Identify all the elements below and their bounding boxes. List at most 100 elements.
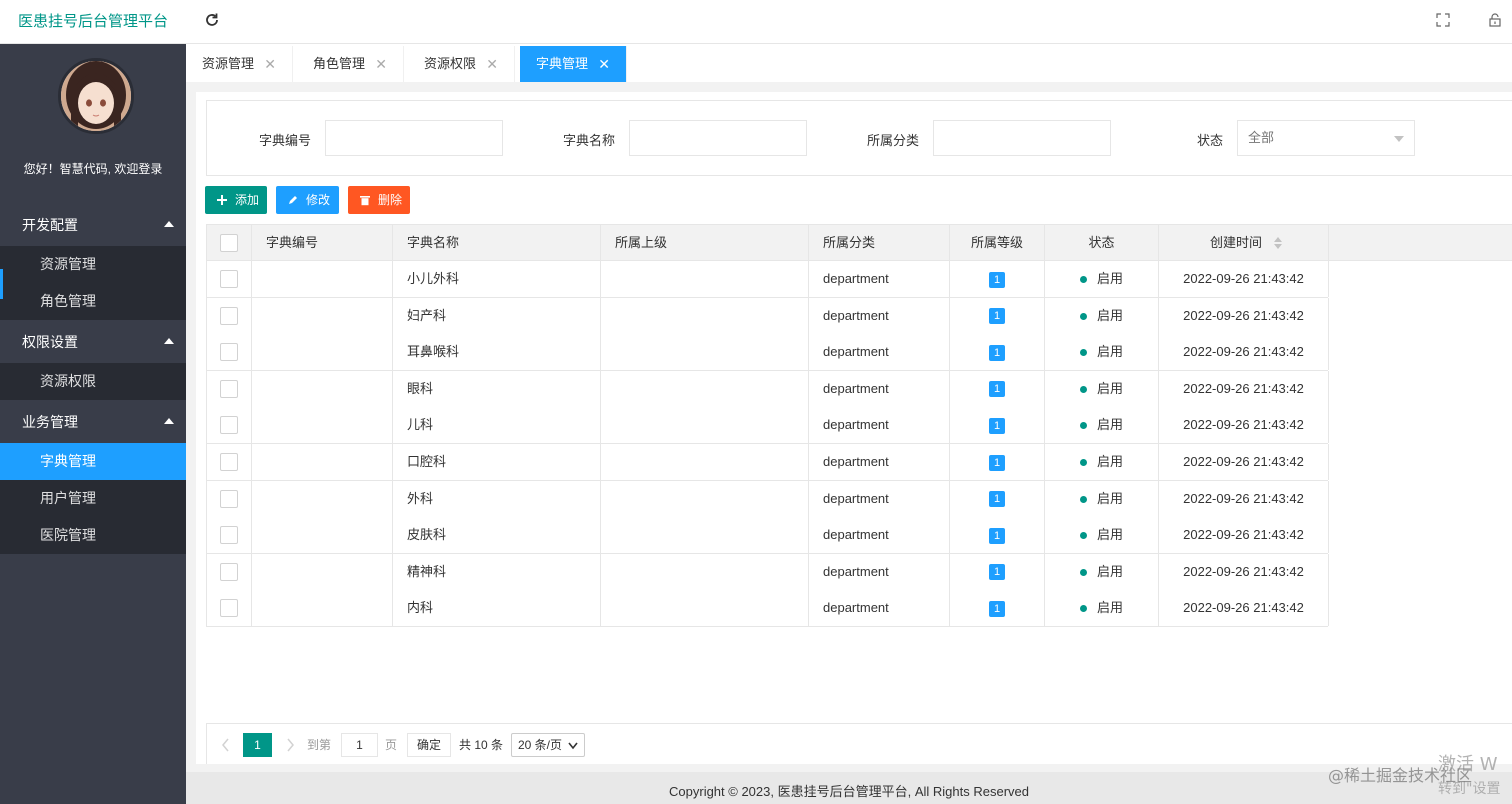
page-unit-label: 页 bbox=[385, 738, 398, 752]
table-row[interactable]: 儿科 department 1 启用 2022-09-26 21:43:42 bbox=[206, 407, 1329, 445]
row-checkbox[interactable] bbox=[220, 489, 238, 508]
table-row[interactable]: 皮肤科 department 1 启用 2022-09-26 21:43:42 bbox=[206, 517, 1329, 555]
row-checkbox[interactable] bbox=[220, 416, 238, 435]
caret-up-icon bbox=[164, 338, 174, 344]
close-icon[interactable]: ✕ bbox=[486, 46, 498, 82]
sidebar-item-user-management[interactable]: 用户管理 bbox=[0, 480, 186, 517]
goto-label: 到第 bbox=[307, 738, 332, 752]
table-row[interactable]: 耳鼻喉科 department 1 启用 2022-09-26 21:43:42 bbox=[206, 334, 1329, 372]
sidebar-group-permission-settings[interactable]: 权限设置 bbox=[0, 321, 186, 363]
status-dot-icon bbox=[1079, 385, 1087, 393]
row-checkbox-cell bbox=[207, 590, 252, 627]
table-row[interactable]: 精神科 department 1 启用 2022-09-26 21:43:42 bbox=[206, 553, 1329, 591]
tab-dictionary-management[interactable]: 字典管理 ✕ bbox=[520, 46, 627, 82]
close-icon[interactable]: ✕ bbox=[375, 46, 387, 82]
chevron-right-icon[interactable] bbox=[285, 738, 295, 752]
cell-code bbox=[252, 334, 393, 371]
table-row[interactable]: 妇产科 department 1 启用 2022-09-26 21:43:42 bbox=[206, 297, 1329, 335]
table-row[interactable]: 眼科 department 1 启用 2022-09-26 21:43:42 bbox=[206, 370, 1329, 408]
row-checkbox[interactable] bbox=[220, 270, 238, 288]
goto-confirm-button[interactable]: 确定 bbox=[407, 733, 451, 757]
cell-name: 儿科 bbox=[393, 407, 601, 444]
status-dot-icon bbox=[1079, 568, 1087, 576]
tab-role-management[interactable]: 角色管理 ✕ bbox=[297, 46, 404, 82]
cell-category: department bbox=[809, 334, 950, 371]
sidebar-group-business-management[interactable]: 业务管理 bbox=[0, 401, 186, 443]
cell-parent bbox=[601, 370, 809, 407]
cell-created: 2022-09-26 21:43:42 bbox=[1159, 480, 1329, 517]
goto-page-input[interactable]: 1 bbox=[341, 733, 378, 757]
tab-resource-permission[interactable]: 资源权限 ✕ bbox=[408, 46, 515, 82]
cell-category: department bbox=[809, 553, 950, 590]
page-size-select[interactable]: 20 条/页 bbox=[511, 733, 585, 757]
status-dot-icon bbox=[1079, 532, 1087, 540]
cell-code bbox=[252, 370, 393, 407]
chevron-down-icon bbox=[568, 742, 578, 750]
level-badge: 1 bbox=[989, 527, 1005, 544]
name-input[interactable] bbox=[629, 120, 807, 156]
main-panel: 字典编号 字典名称 所属分类 状态 全部 添加 修改 删除 字典编号 字典名称 … bbox=[196, 92, 1512, 764]
delete-button[interactable]: 删除 bbox=[348, 186, 410, 214]
level-badge: 1 bbox=[989, 564, 1005, 581]
level-badge: 1 bbox=[989, 454, 1005, 471]
cell-level: 1 bbox=[950, 297, 1045, 334]
edit-button[interactable]: 修改 bbox=[276, 186, 339, 214]
code-input[interactable] bbox=[325, 120, 503, 156]
page-size-value: 20 条/页 bbox=[518, 738, 563, 752]
row-checkbox[interactable] bbox=[220, 526, 238, 545]
table-row[interactable]: 口腔科 department 1 启用 2022-09-26 21:43:42 bbox=[206, 444, 1329, 481]
lock-icon[interactable] bbox=[1488, 13, 1502, 27]
cell-category: department bbox=[809, 444, 950, 480]
row-checkbox-cell bbox=[207, 480, 252, 517]
cell-code bbox=[252, 261, 393, 297]
category-input[interactable] bbox=[933, 120, 1111, 156]
table-row[interactable]: 外科 department 1 启用 2022-09-26 21:43:42 bbox=[206, 480, 1329, 518]
sidebar-item-hospital-management[interactable]: 医院管理 bbox=[0, 517, 186, 554]
sidebar-item-dictionary-management[interactable]: 字典管理 bbox=[0, 443, 186, 480]
add-button-label: 添加 bbox=[235, 193, 260, 207]
row-checkbox[interactable] bbox=[220, 343, 238, 362]
cell-status: 启用 bbox=[1045, 297, 1159, 334]
sort-icon[interactable] bbox=[1274, 237, 1282, 249]
tab-resource-management[interactable]: 资源管理 ✕ bbox=[186, 46, 293, 82]
sidebar-group-dev-config[interactable]: 开发配置 bbox=[0, 204, 186, 246]
row-checkbox[interactable] bbox=[220, 306, 238, 325]
cell-status: 启用 bbox=[1045, 370, 1159, 407]
row-checkbox[interactable] bbox=[220, 379, 238, 398]
col-header-created[interactable]: 创建时间 bbox=[1159, 225, 1329, 261]
status-dot-icon bbox=[1079, 422, 1087, 430]
tab-label: 资源权限 bbox=[424, 56, 477, 71]
close-icon[interactable]: ✕ bbox=[598, 46, 610, 82]
page-current[interactable]: 1 bbox=[243, 733, 272, 757]
edit-button-label: 修改 bbox=[306, 193, 331, 207]
cell-status: 启用 bbox=[1045, 590, 1159, 627]
close-icon[interactable]: ✕ bbox=[264, 46, 276, 82]
level-badge: 1 bbox=[989, 491, 1005, 508]
sidebar-item-role-management[interactable]: 角色管理 bbox=[0, 283, 186, 320]
level-badge: 1 bbox=[989, 600, 1005, 617]
tab-bar: 资源管理 ✕ 角色管理 ✕ 资源权限 ✕ 字典管理 ✕ bbox=[186, 44, 1512, 82]
welcome-text: 您好！智慧代码, 欢迎登录 bbox=[23, 162, 163, 176]
refresh-icon[interactable] bbox=[204, 12, 220, 28]
cell-name: 内科 bbox=[393, 590, 601, 627]
cell-name: 眼科 bbox=[393, 370, 601, 407]
table-row[interactable]: 小儿外科 department 1 启用 2022-09-26 21:43:42 bbox=[206, 261, 1329, 298]
select-all-checkbox[interactable] bbox=[220, 234, 238, 252]
status-select[interactable]: 全部 bbox=[1237, 120, 1415, 156]
col-header-category: 所属分类 bbox=[809, 225, 950, 261]
add-button[interactable]: 添加 bbox=[205, 186, 267, 214]
level-badge: 1 bbox=[989, 271, 1005, 288]
table-row[interactable]: 内科 department 1 启用 2022-09-26 21:43:42 bbox=[206, 590, 1329, 628]
fullscreen-icon[interactable] bbox=[1436, 13, 1450, 27]
sidebar-item-resource-permission[interactable]: 资源权限 bbox=[0, 363, 186, 400]
row-checkbox[interactable] bbox=[220, 599, 238, 618]
status-text: 启用 bbox=[1096, 490, 1123, 506]
chevron-left-icon[interactable] bbox=[221, 738, 231, 752]
row-checkbox[interactable] bbox=[220, 453, 238, 471]
app-title[interactable]: 医患挂号后台管理平台 bbox=[0, 0, 186, 44]
sidebar-item-resource-management[interactable]: 资源管理 bbox=[0, 246, 186, 283]
cell-code bbox=[252, 553, 393, 590]
avatar[interactable] bbox=[58, 58, 134, 134]
row-checkbox[interactable] bbox=[220, 562, 238, 581]
cell-name: 精神科 bbox=[393, 553, 601, 590]
